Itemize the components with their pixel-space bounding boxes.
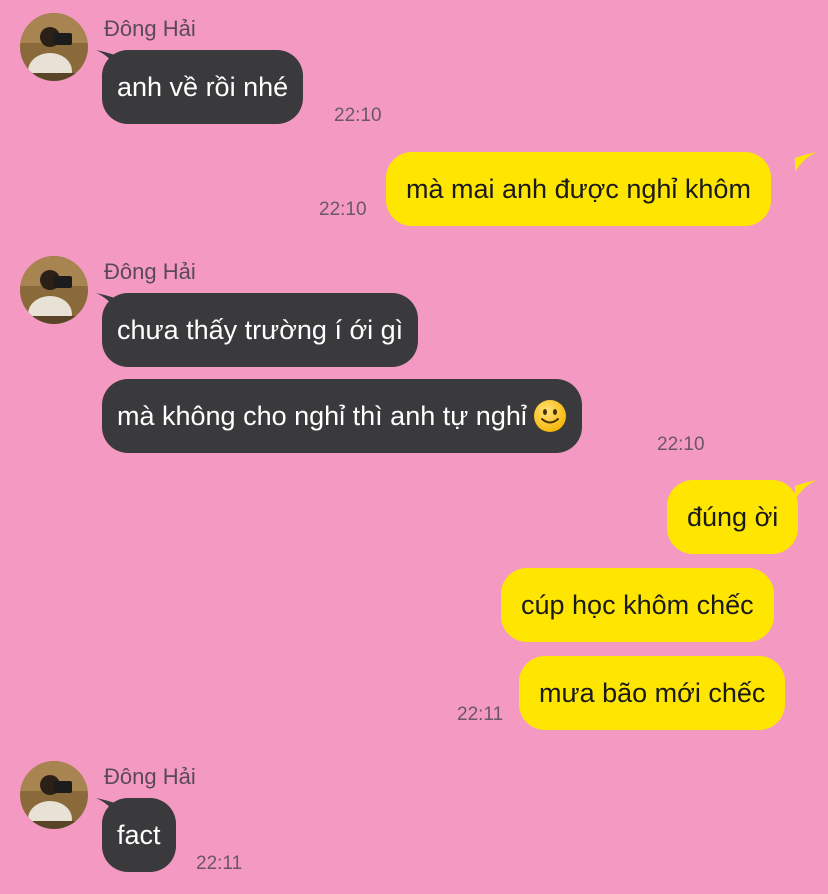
- message-text: cúp học khôm chếc: [521, 590, 754, 620]
- slightly-smiling-face-icon: [533, 399, 566, 432]
- message-text: fact: [117, 820, 161, 850]
- message-bubble-incoming[interactable]: fact: [102, 798, 176, 872]
- message-time: 22:10: [334, 105, 382, 126]
- sender-name: Đông Hải: [104, 259, 196, 284]
- sender-avatar[interactable]: [20, 13, 88, 81]
- message-text: anh về rồi nhé: [117, 72, 289, 102]
- message-text: đúng ời: [687, 502, 779, 532]
- sender-name: Đông Hải: [104, 764, 196, 789]
- message-bubble-outgoing[interactable]: mưa bão mới chếc: [519, 656, 786, 730]
- message-text: mà không cho nghỉ thì anh tự nghỉ: [117, 401, 527, 431]
- sender-name: Đông Hải: [104, 16, 196, 41]
- message-bubble-outgoing[interactable]: mà mai anh được nghỉ khôm: [386, 152, 771, 226]
- message-time: 22:10: [657, 434, 705, 455]
- message-bubble-incoming[interactable]: anh về rồi nhé: [102, 50, 304, 124]
- message-bubble-outgoing[interactable]: đúng ời: [667, 480, 799, 554]
- message-text: mưa bão mới chếc: [539, 678, 766, 708]
- message-time: 22:11: [457, 704, 504, 725]
- message-text: chưa thấy trường í ới gì: [117, 315, 404, 345]
- message-bubble-outgoing[interactable]: cúp học khôm chếc: [501, 568, 774, 642]
- bubble-tail: [795, 480, 817, 500]
- bubble-tail: [795, 152, 817, 172]
- message-time: 22:11: [196, 853, 243, 874]
- sender-avatar[interactable]: [20, 256, 88, 324]
- message-bubble-incoming[interactable]: mà không cho nghỉ thì anh tự nghỉ: [102, 379, 582, 453]
- message-bubble-incoming[interactable]: chưa thấy trường í ới gì: [102, 293, 419, 367]
- message-time: 22:10: [319, 199, 367, 220]
- message-text: mà mai anh được nghỉ khôm: [406, 174, 751, 204]
- sender-avatar[interactable]: [20, 761, 88, 829]
